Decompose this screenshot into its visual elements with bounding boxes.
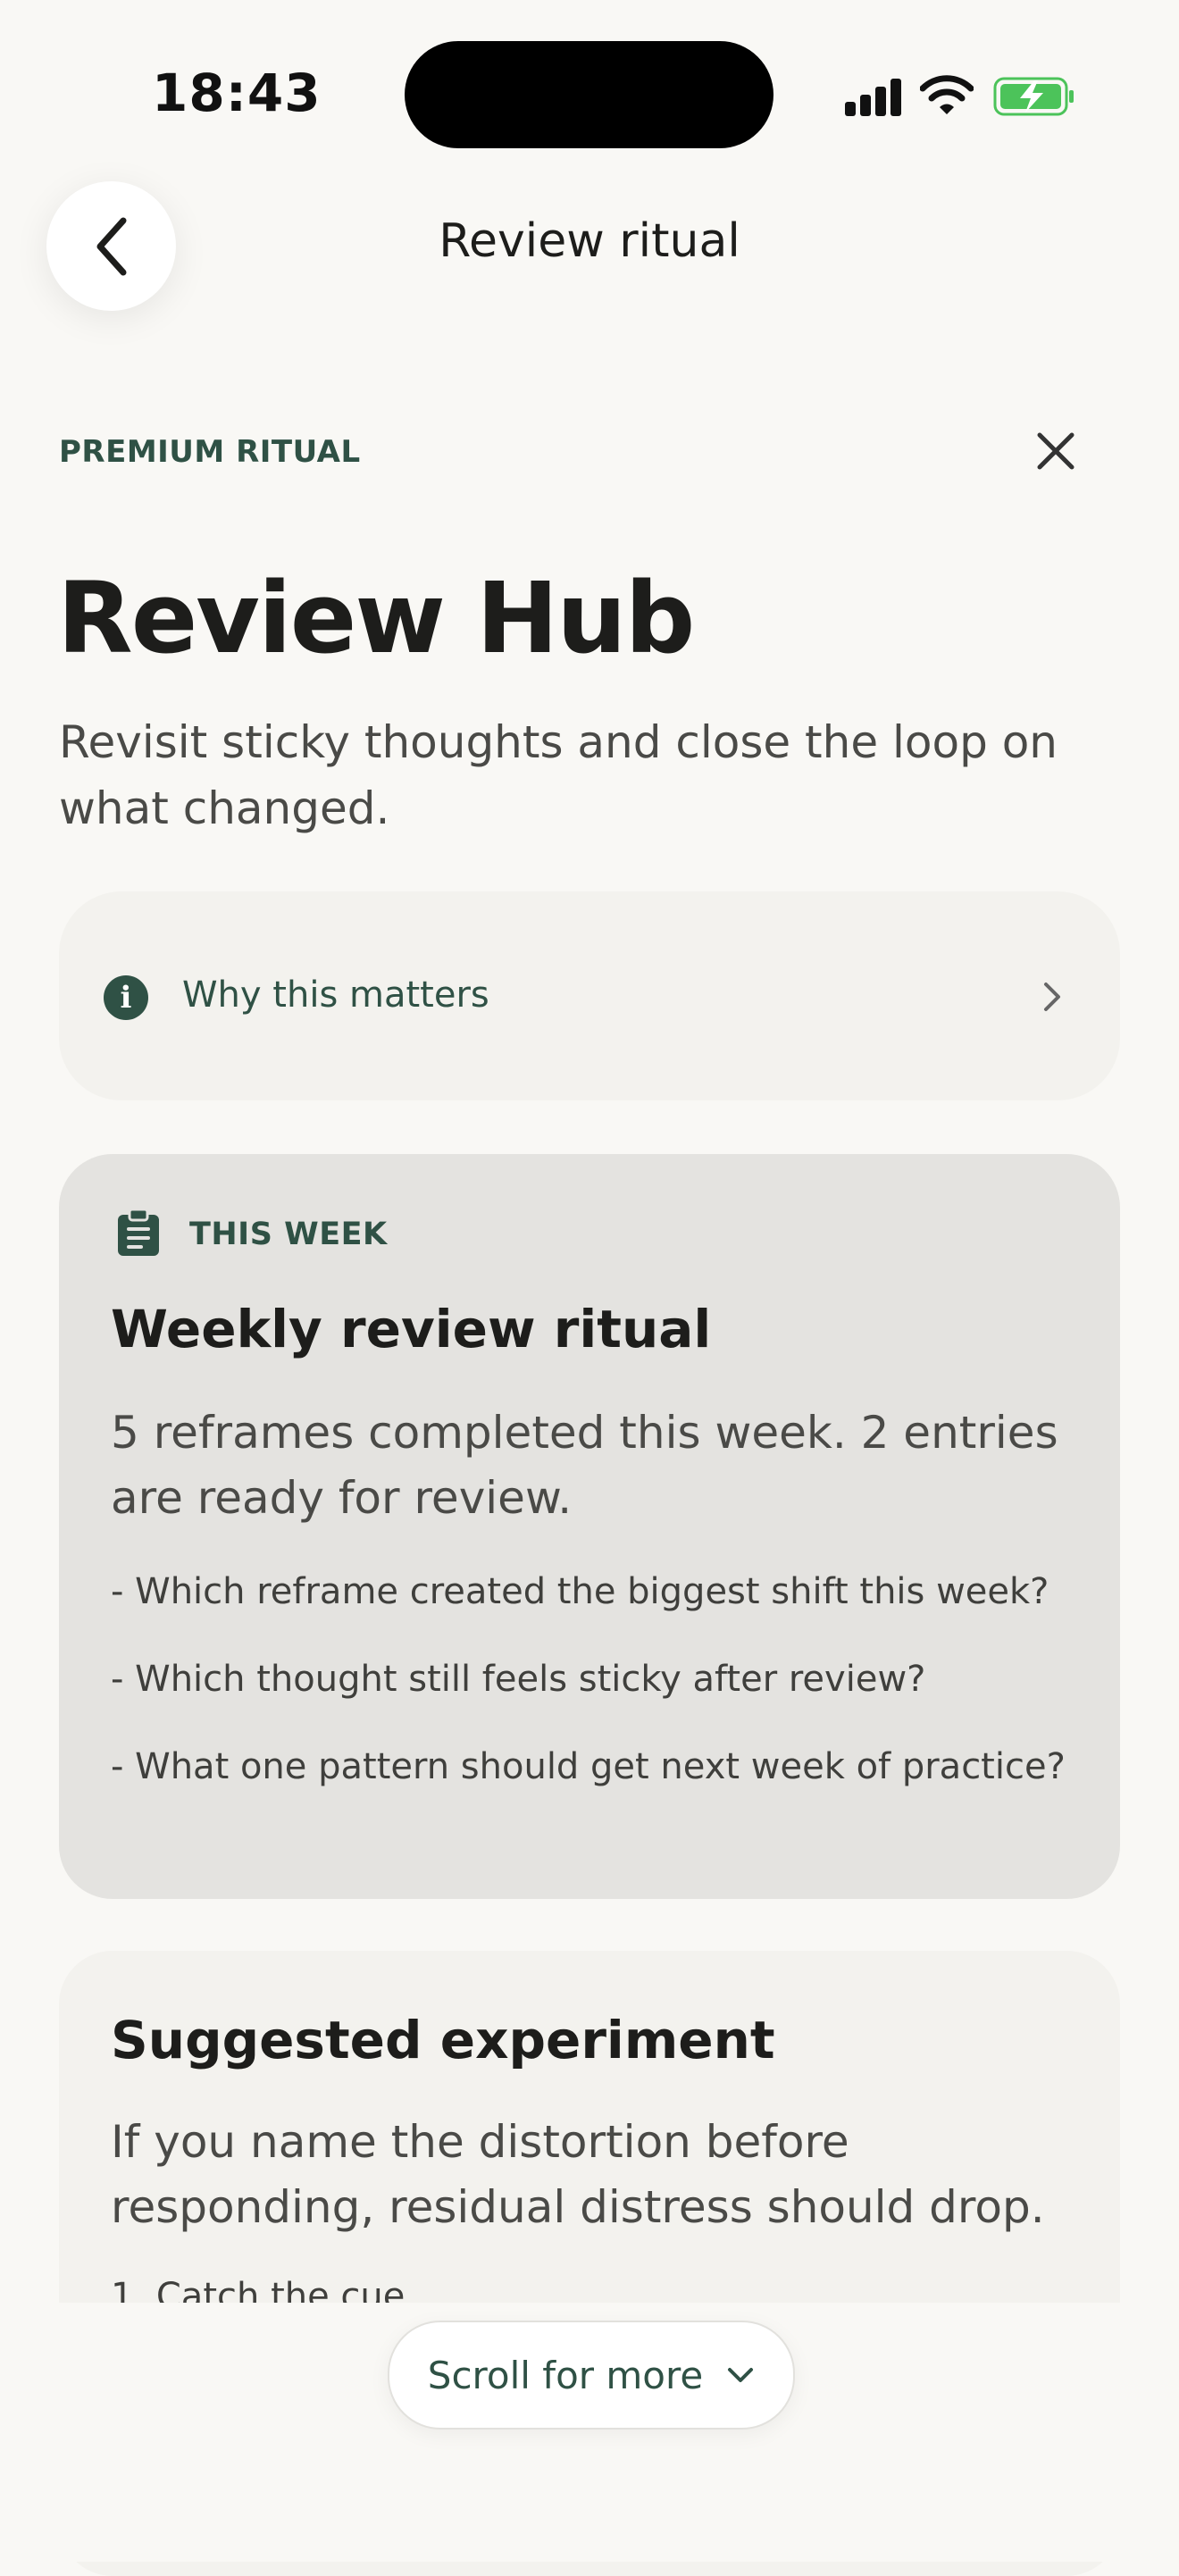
wifi-icon — [920, 75, 974, 114]
nav-title: Review ritual — [439, 214, 740, 268]
why-this-matters-label: Why this matters — [182, 974, 489, 1016]
battery-charging-icon — [993, 77, 1074, 116]
review-prompt: - Which reframe created the biggest shif… — [111, 1571, 1049, 1612]
this-week-eyebrow: THIS WEEK — [189, 1217, 388, 1252]
status-time: 18:43 — [152, 63, 322, 123]
chevron-down-icon — [728, 2368, 754, 2382]
close-icon[interactable] — [1034, 430, 1077, 473]
experiment-body: If you name the distortion before respon… — [111, 2116, 1045, 2233]
scroll-for-more-button[interactable]: Scroll for more — [388, 2321, 795, 2430]
experiment-title: Suggested experiment — [111, 2010, 775, 2070]
chevron-right-icon — [1044, 983, 1060, 1011]
weekly-review-title: Weekly review ritual — [111, 1299, 712, 1359]
page-subtitle: Revisit sticky thoughts and close the lo… — [59, 716, 1058, 834]
premium-eyebrow: PREMIUM RITUAL — [59, 434, 361, 470]
weekly-review-summary: 5 reframes completed this week. 2 entrie… — [111, 1407, 1058, 1524]
cellular-signal-icon — [845, 79, 902, 116]
info-icon: i — [104, 975, 148, 1020]
review-prompt: - What one pattern should get next week … — [111, 1746, 1066, 1787]
dynamic-island — [405, 41, 773, 148]
clipboard-icon — [118, 1208, 159, 1256]
review-prompt: - Which thought still feels sticky after… — [111, 1659, 926, 1700]
page-title: Review Hub — [57, 561, 695, 675]
scroll-for-more-label: Scroll for more — [427, 2353, 704, 2397]
